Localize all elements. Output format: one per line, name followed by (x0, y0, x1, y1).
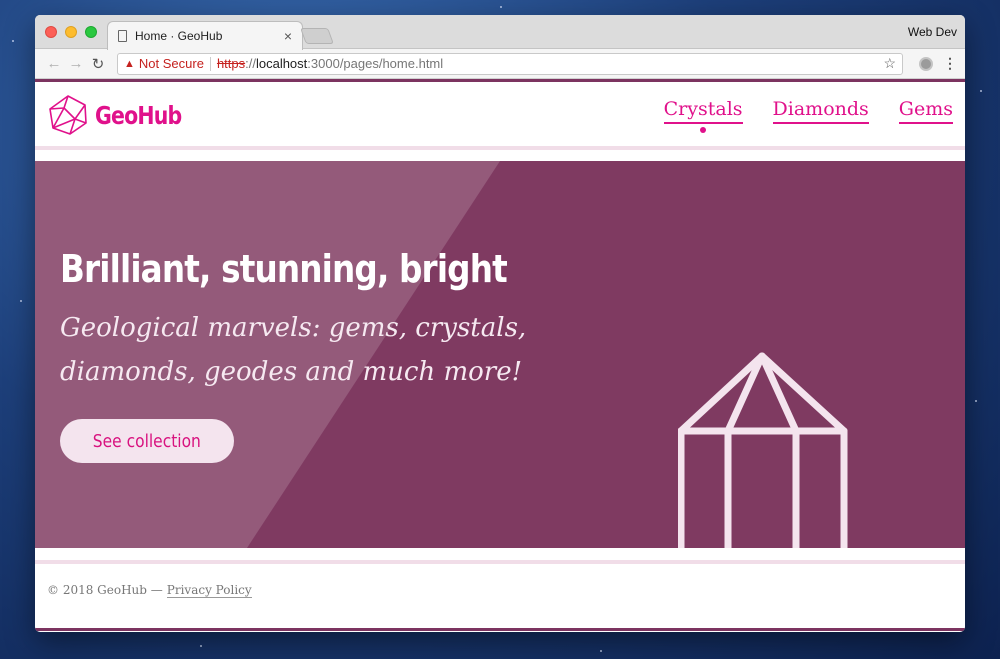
see-collection-label: See collection (92, 430, 202, 452)
browser-window: Home · GeoHub × Web Dev ← → ↻ ▲ Not Secu… (35, 15, 965, 632)
profile-name[interactable]: Web Dev (908, 25, 957, 39)
maximize-window-button[interactable] (85, 26, 97, 38)
tab-title: Home · GeoHub (135, 29, 223, 43)
bookmark-icon[interactable]: ☆ (883, 55, 896, 72)
forward-icon[interactable]: → (65, 55, 87, 72)
address-bar[interactable]: ▲ Not Secure https://localhost:3000/page… (117, 52, 903, 75)
window-controls (45, 26, 97, 38)
url-host: localhost (255, 56, 308, 71)
logo[interactable]: GeoHub (47, 94, 200, 136)
see-collection-button[interactable]: See collection (60, 419, 234, 463)
hero-subtitle: Geological marvels: gems, crystals, diam… (60, 313, 527, 387)
nav-link-gems[interactable]: Gems (898, 98, 953, 124)
close-tab-icon[interactable]: × (284, 28, 292, 44)
nav-link-diamonds[interactable]: Diamonds (772, 98, 869, 124)
site-footer: © 2018 GeoHub — Privacy Policy (35, 564, 965, 616)
hero-banner: Brilliant, stunning, bright Geological m… (35, 161, 965, 548)
security-label[interactable]: Not Secure (139, 56, 204, 71)
close-window-button[interactable] (45, 26, 57, 38)
bottom-rule (35, 628, 965, 631)
privacy-policy-link[interactable]: Privacy Policy (166, 583, 252, 598)
browser-toolbar: ← → ↻ ▲ Not Secure https://localhost:300… (35, 49, 965, 79)
back-icon[interactable]: ← (43, 55, 65, 72)
url-separator: :// (245, 56, 256, 71)
tab-bar: Home · GeoHub × Web Dev (35, 15, 965, 50)
main-nav: Crystals Diamonds Gems (663, 98, 953, 133)
page-content: GeoHub Crystals Diamonds Gems Brilliant,… (35, 79, 965, 631)
warning-icon: ▲ (124, 57, 135, 70)
url-scheme: https (216, 56, 246, 71)
url-path: :3000/pages/home.html (307, 56, 444, 71)
divider (209, 56, 211, 71)
site-header: GeoHub Crystals Diamonds Gems (35, 82, 965, 150)
header-spacer (35, 150, 965, 161)
crystal-illustration-icon (678, 352, 848, 548)
page-icon (118, 30, 127, 42)
menu-icon[interactable]: ⋮ (943, 55, 957, 72)
copyright-text: © 2018 GeoHub — (47, 583, 163, 597)
extension-icon[interactable] (919, 56, 933, 71)
browser-tab[interactable]: Home · GeoHub × (107, 21, 303, 50)
hero-title: Brilliant, stunning, bright (60, 247, 508, 291)
logo-text: GeoHub (95, 100, 182, 130)
new-tab-button[interactable] (300, 28, 334, 44)
reload-icon[interactable]: ↻ (87, 55, 109, 73)
nav-link-crystals[interactable]: Crystals (663, 98, 743, 133)
gem-logo-icon (49, 95, 87, 135)
minimize-window-button[interactable] (65, 26, 77, 38)
